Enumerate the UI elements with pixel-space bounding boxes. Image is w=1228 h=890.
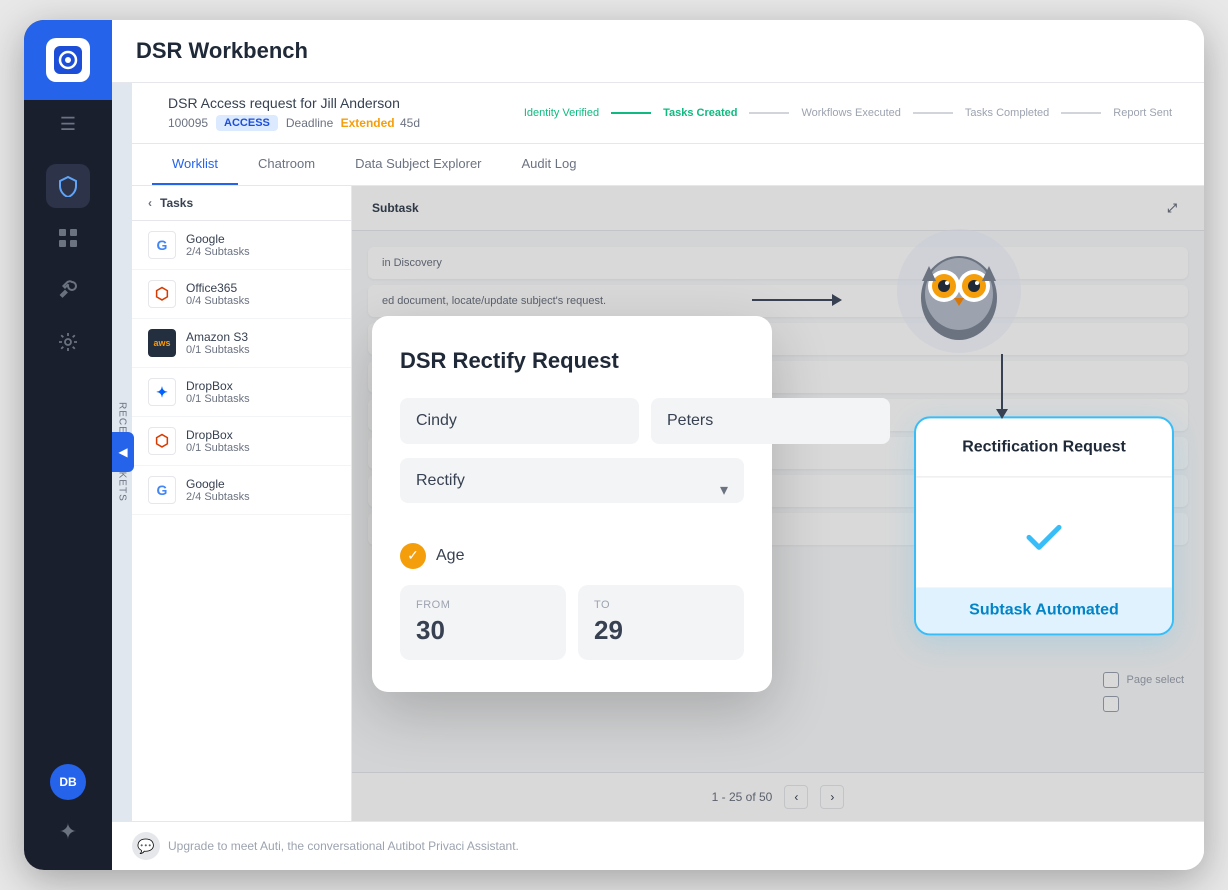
task-item-google-2[interactable]: G Google 2/4 Subtasks (132, 466, 351, 515)
main-content: DSR Workbench RECENT TICKETS ◀ DSR Acces… (112, 20, 1204, 870)
task-logo-office2: ⬡ (148, 427, 176, 455)
task-logo-google2: G (148, 476, 176, 504)
rect-card-check (916, 477, 1172, 587)
horizontal-arrow (752, 294, 842, 306)
tab-chatroom[interactable]: Chatroom (238, 144, 335, 185)
request-header: ◀ DSR Access request for Jill Anderson 1… (132, 83, 1204, 144)
right-panel: Subtask ⤢ in Discovery ed document, (352, 186, 1204, 821)
rectification-card: Rectification Request Subtask Automated (914, 416, 1174, 635)
logo-icon (46, 38, 90, 82)
age-fields: From 30 To 29 (400, 585, 744, 660)
upgrade-text: Upgrade to meet Auti, the conversational… (168, 839, 519, 853)
page-title: DSR Workbench (136, 38, 1180, 64)
overlay-backdrop: DSR Rectify Request Rectify Delete (352, 186, 1204, 821)
content-area: ◀ DSR Access request for Jill Anderson 1… (132, 83, 1204, 821)
owl-mascot (894, 226, 1024, 361)
modal-title: DSR Rectify Request (400, 348, 744, 374)
upgrade-dot: 💬 (132, 832, 160, 860)
progress-tab-identity: Identity Verified (512, 103, 611, 123)
task-logo-google: G (148, 231, 176, 259)
sidebar-item-settings[interactable] (46, 320, 90, 364)
ticket-id: 100095 (168, 116, 208, 130)
age-check-icon: ✓ (400, 543, 426, 569)
task-logo-office: ⬡ (148, 280, 176, 308)
back-arrow[interactable]: ‹ (148, 196, 152, 210)
subtask-automated-label[interactable]: Subtask Automated (916, 587, 1172, 633)
progress-tab-report: Report Sent (1101, 103, 1184, 123)
task-logo-dropbox: ✦ (148, 378, 176, 406)
task-item-google-1[interactable]: G Google 2/4 Subtasks (132, 221, 351, 270)
rect-card-title: Rectification Request (916, 418, 1172, 477)
add-button[interactable]: ✦ (46, 810, 90, 854)
progress-tabs: Identity Verified Tasks Created Workflow… (512, 103, 1184, 123)
modal-name-row (400, 398, 744, 444)
progress-tab-completed: Tasks Completed (953, 103, 1061, 123)
nav-tabs: Worklist Chatroom Data Subject Explorer … (132, 144, 1204, 186)
task-item-office365[interactable]: ⬡ Office365 0/4 Subtasks (132, 270, 351, 319)
progress-tab-tasks: Tasks Created (651, 103, 749, 123)
task-item-dropbox-1[interactable]: ✦ DropBox 0/1 Subtasks (132, 368, 351, 417)
task-logo-aws: aws (148, 329, 176, 357)
left-panel: ‹ Tasks G Google 2/4 Subtasks ⬡ (132, 186, 352, 821)
request-type-wrapper: Rectify Delete Access (400, 458, 744, 523)
vertical-arrow (996, 354, 1008, 419)
sidebar-logo (24, 20, 112, 100)
sidebar-item-tools[interactable] (46, 268, 90, 312)
age-label: Age (436, 547, 464, 565)
deadline-label: Deadline Extended 45d (286, 116, 420, 130)
last-name-input[interactable] (651, 398, 890, 444)
age-from-value: 30 (416, 615, 550, 646)
access-badge: ACCESS (216, 115, 278, 131)
left-panel-header: ‹ Tasks (132, 186, 351, 221)
hamburger-button[interactable]: ☰ (24, 100, 112, 148)
age-to-field: To 29 (578, 585, 744, 660)
sidebar-nav (46, 148, 90, 764)
progress-tab-workflows: Workflows Executed (789, 103, 912, 123)
workspace: RECENT TICKETS ◀ DSR Access request for … (112, 83, 1204, 821)
age-from-label: From (416, 599, 550, 611)
sidebar-item-shield[interactable] (46, 164, 90, 208)
upgrade-bar: 💬 Upgrade to meet Auti, the conversation… (112, 821, 1204, 870)
top-header: DSR Workbench (112, 20, 1204, 83)
tab-worklist[interactable]: Worklist (152, 144, 238, 185)
age-to-value: 29 (594, 615, 728, 646)
request-type-select[interactable]: Rectify Delete Access (400, 458, 744, 503)
sidebar-item-dashboard[interactable] (46, 216, 90, 260)
sidebar: ☰ (24, 20, 112, 870)
first-name-input[interactable] (400, 398, 639, 444)
task-item-dropbox-2[interactable]: ⬡ DropBox 0/1 Subtasks (132, 417, 351, 466)
tab-audit-log[interactable]: Audit Log (502, 144, 597, 185)
two-panel: ‹ Tasks G Google 2/4 Subtasks ⬡ (132, 186, 1204, 821)
age-section: ✓ Age (400, 543, 744, 569)
sidebar-bottom: DB ✦ (46, 764, 90, 870)
age-from-field: From 30 (400, 585, 566, 660)
check-icon (1014, 507, 1074, 567)
dsr-modal: DSR Rectify Request Rectify Delete (372, 316, 772, 692)
tab-data-subject[interactable]: Data Subject Explorer (335, 144, 501, 185)
age-to-label: To (594, 599, 728, 611)
user-avatar[interactable]: DB (50, 764, 86, 800)
task-item-amazon-s3[interactable]: aws Amazon S3 0/1 Subtasks (132, 319, 351, 368)
collapse-tab[interactable]: ◀ (132, 432, 134, 472)
request-title: DSR Access request for Jill Anderson (168, 95, 420, 111)
